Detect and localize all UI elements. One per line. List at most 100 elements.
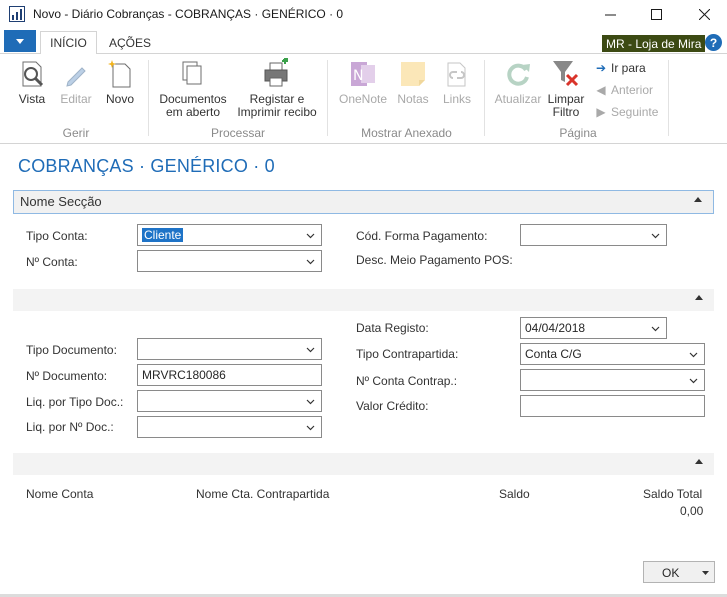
saldo-total-value: 0,00: [680, 504, 704, 518]
section-header-2[interactable]: [13, 289, 714, 311]
window-title: Novo - Diário Cobranças - COBRANÇAS · GE…: [33, 7, 344, 21]
chevron-down-icon: [306, 259, 315, 265]
close-icon: [698, 8, 710, 20]
ok-button[interactable]: OK: [643, 561, 715, 583]
editar-button[interactable]: Editar: [58, 58, 94, 106]
registar-imprimir-recibo-button[interactable]: Registar e Imprimir recibo: [234, 58, 320, 119]
section-header-3[interactable]: [13, 453, 714, 475]
ir-para-button[interactable]: ➔ Ir para: [595, 61, 646, 75]
view-document-icon: [22, 61, 44, 87]
chevron-down-icon: [651, 233, 660, 239]
dropdown-arrow-icon[interactable]: [702, 571, 709, 575]
triangle-left-icon: ◀: [596, 83, 606, 97]
data-registo-label: Data Registo:: [356, 321, 429, 335]
chevron-down-icon: [306, 233, 315, 239]
svg-text:N: N: [353, 68, 363, 84]
no-documento-value: MRVRC180086: [142, 368, 226, 382]
limpar-label-line2: Filtro: [552, 105, 580, 119]
vista-label: Vista: [18, 92, 46, 106]
refresh-icon: [507, 63, 530, 86]
documentos-em-aberto-button[interactable]: Documentos em aberto: [156, 58, 230, 119]
app-icon: [9, 6, 25, 22]
onenote-label: OneNote: [338, 92, 388, 106]
no-conta-contrap-select[interactable]: [520, 369, 705, 391]
edit-pencil-icon: [66, 67, 86, 87]
page-title: COBRANÇAS · GENÉRICO · 0: [18, 156, 275, 176]
ir-para-label: Ir para: [611, 61, 646, 75]
triangle-right-icon: ▶: [596, 105, 606, 119]
company-badge[interactable]: MR - Loja de Mira: [602, 35, 706, 52]
saldo-label: Saldo: [499, 487, 530, 501]
minimize-button[interactable]: [587, 0, 633, 28]
title-bar: Novo - Diário Cobranças - COBRANÇAS · GE…: [0, 0, 727, 28]
links-button[interactable]: Links: [437, 58, 477, 106]
no-documento-label: Nº Documento:: [26, 369, 108, 383]
links-icon: [447, 62, 466, 87]
liq-tipo-doc-select[interactable]: [137, 390, 322, 412]
close-button[interactable]: [681, 0, 727, 28]
chevron-down-icon: [689, 378, 698, 384]
registar-label-line2: Imprimir recibo: [237, 105, 317, 119]
tipo-documento-select[interactable]: [137, 338, 322, 360]
clear-filter-icon: [553, 61, 579, 87]
section-title: Nome Secção: [20, 194, 102, 209]
vista-button[interactable]: Vista: [14, 58, 50, 106]
chevron-down-icon: [306, 347, 315, 353]
atualizar-button[interactable]: Atualizar: [492, 58, 544, 106]
limpar-filtro-button[interactable]: Limpar Filtro: [545, 58, 587, 119]
dropdown-arrow-icon: [16, 38, 24, 44]
documentos-label-line2: em aberto: [165, 105, 221, 119]
seguinte-button[interactable]: ▶ Seguinte: [595, 105, 658, 119]
tab-acoes[interactable]: AÇÕES: [104, 31, 156, 55]
editar-label: Editar: [60, 92, 92, 106]
tipo-contrapartida-select[interactable]: Conta C/G: [520, 343, 705, 365]
group-label-pagina: Página: [559, 126, 597, 140]
onenote-button[interactable]: N OneNote: [336, 58, 390, 106]
tipo-contrapartida-value: Conta C/G: [525, 347, 582, 361]
collapse-icon[interactable]: [694, 293, 704, 303]
minimize-icon: [604, 14, 616, 15]
no-conta-select[interactable]: [137, 250, 322, 272]
section-header-nome-seccao[interactable]: Nome Secção: [13, 190, 714, 214]
tab-inicio[interactable]: INÍCIO: [40, 31, 97, 55]
seguinte-label: Seguinte: [611, 105, 659, 119]
novo-button[interactable]: Novo: [102, 58, 138, 106]
novo-label: Novo: [105, 92, 134, 106]
liq-no-doc-label: Liq. por Nº Doc.:: [26, 420, 114, 434]
no-documento-input[interactable]: MRVRC180086: [137, 364, 322, 386]
valor-credito-label: Valor Crédito:: [356, 399, 429, 413]
maximize-button[interactable]: [633, 0, 679, 28]
onenote-icon: N: [351, 62, 375, 86]
tipo-conta-label: Tipo Conta:: [26, 229, 88, 243]
group-label-gerir: Gerir: [62, 126, 90, 140]
ribbon-separator: [148, 60, 149, 136]
ribbon-separator: [668, 60, 669, 136]
print-post-icon: [264, 58, 288, 87]
arrow-right-icon: ➔: [595, 61, 607, 75]
cod-forma-pagamento-select[interactable]: [520, 224, 667, 246]
maximize-icon: [650, 8, 662, 20]
links-label: Links: [442, 92, 471, 106]
chevron-down-icon: [306, 425, 315, 431]
liq-no-doc-select[interactable]: [137, 416, 322, 438]
notas-button[interactable]: Notas: [392, 58, 434, 106]
chevron-down-icon: [306, 399, 315, 405]
collapse-icon[interactable]: [694, 457, 704, 467]
tipo-conta-select[interactable]: Cliente: [137, 224, 322, 246]
no-conta-contrap-label: Nº Conta Contrap.:: [356, 374, 458, 388]
no-conta-label: Nº Conta:: [26, 255, 78, 269]
data-registo-value: 04/04/2018: [525, 321, 586, 335]
anterior-button[interactable]: ◀ Anterior: [595, 83, 653, 97]
application-menu-button[interactable]: [4, 30, 36, 52]
help-icon[interactable]: ?: [705, 34, 722, 51]
chevron-down-icon: [689, 352, 698, 358]
data-registo-field[interactable]: 04/04/2018: [520, 317, 667, 339]
valor-credito-input[interactable]: [520, 395, 705, 417]
group-label-mostrar-anexado: Mostrar Anexado: [361, 126, 452, 140]
group-label-processar: Processar: [210, 126, 266, 140]
cod-forma-pagamento-label: Cód. Forma Pagamento:: [356, 229, 488, 243]
tipo-documento-label: Tipo Documento:: [26, 343, 117, 357]
collapse-icon[interactable]: [693, 195, 703, 205]
tipo-contrapartida-label: Tipo Contrapartida:: [356, 347, 459, 361]
notes-icon: [401, 62, 425, 86]
